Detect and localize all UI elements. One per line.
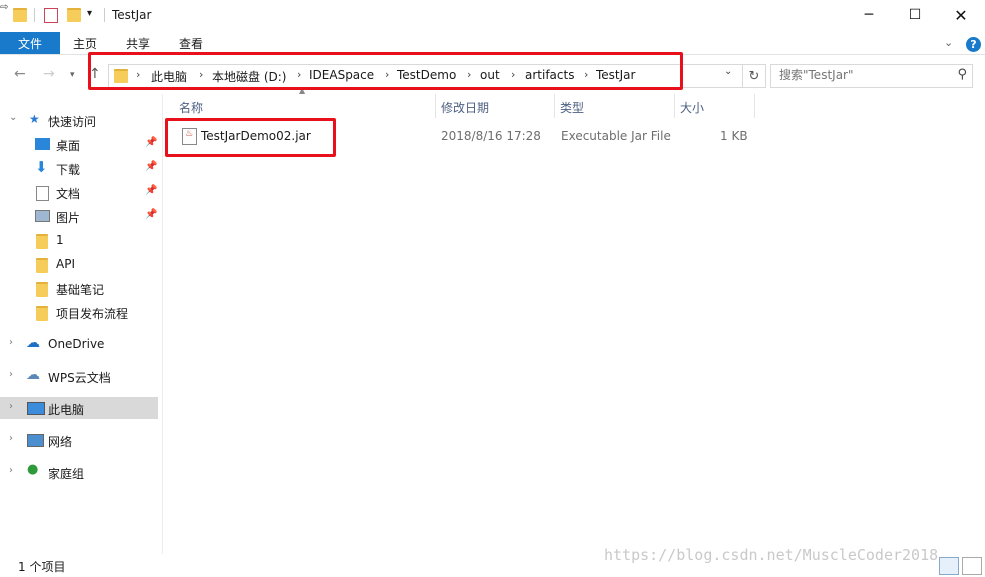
sidebar-item-api[interactable]: API (0, 253, 158, 275)
sidebar-item-label: WPS云文档 (48, 371, 111, 385)
address-highlight-box (88, 52, 683, 90)
column-header-modified[interactable]: 修改日期 (441, 99, 489, 116)
sidebar-item-label: 桌面 (56, 139, 81, 153)
column-divider[interactable] (754, 94, 755, 118)
sidebar-item-label: 文档 (56, 187, 81, 201)
sidebar-item-pictures[interactable]: 图片 📌 (0, 205, 158, 227)
title-bar: ⇨ ▾ TestJar ─ ☐ ✕ (0, 0, 985, 32)
sidebar-item-notes[interactable]: 基础笔记 (0, 277, 158, 299)
collapse-ribbon-icon[interactable]: ⌄ (944, 36, 953, 49)
file-size: 1 KB (720, 129, 748, 143)
folder-icon (36, 306, 48, 321)
expand-icon[interactable]: › (9, 369, 13, 380)
sidebar-item-label: 网络 (48, 435, 73, 449)
folder-icon (36, 234, 48, 249)
column-header-type[interactable]: 类型 (560, 99, 584, 116)
column-header-size[interactable]: 大小 (680, 99, 704, 116)
sidebar-item-quick-access[interactable]: ⌄ ★ 快速访问 (0, 109, 158, 131)
pin-icon[interactable]: 📌 (145, 137, 157, 148)
back-arrow-icon[interactable]: ← (14, 66, 26, 82)
sidebar-item-desktop[interactable]: 桌面 📌 (0, 133, 158, 155)
column-divider[interactable] (435, 94, 436, 118)
status-text: 1 个项目 (18, 560, 66, 574)
sidebar-item-label: 下载 (56, 163, 81, 177)
minimize-button[interactable]: ─ (846, 0, 892, 30)
sidebar-item-downloads[interactable]: ⬇ 下载 📌 (0, 157, 158, 179)
address-dropdown-icon[interactable]: ⌄ (724, 66, 732, 77)
desktop-icon (35, 138, 50, 150)
sidebar-item-documents[interactable]: 文档 📌 (0, 181, 158, 203)
details-view-button[interactable] (939, 557, 959, 575)
expand-icon[interactable]: › (9, 337, 13, 348)
sidebar-item-wps-cloud[interactable]: › ☁ WPS云文档 (0, 365, 158, 387)
help-icon[interactable]: ? (966, 37, 981, 52)
column-divider[interactable] (554, 94, 555, 118)
file-type: Executable Jar File (561, 129, 671, 143)
homegroup-icon: ● (27, 462, 39, 477)
computer-icon (27, 402, 45, 415)
file-modified: 2018/8/16 17:28 (441, 129, 541, 143)
sidebar-item-homegroup[interactable]: › ● 家庭组 (0, 461, 158, 483)
cloud-icon: ☁ (26, 367, 40, 383)
pin-icon[interactable]: 📌 (145, 185, 157, 196)
properties-icon[interactable] (44, 8, 58, 23)
star-icon: ★ (29, 112, 40, 126)
column-divider[interactable] (674, 94, 675, 118)
column-header-name[interactable]: 名称 (179, 99, 203, 116)
sidebar-item-label: 1 (56, 233, 64, 247)
customize-quick-access-icon[interactable]: ▾ (87, 8, 92, 19)
recent-locations-icon[interactable]: ▾ (70, 70, 75, 80)
pin-icon[interactable]: 📌 (145, 161, 157, 172)
sidebar-item-label: 项目发布流程 (56, 307, 129, 321)
cloud-icon: ☁ (26, 335, 40, 351)
sidebar-item-label: 快速访问 (48, 115, 97, 129)
sidebar-item-label: 家庭组 (48, 467, 85, 481)
search-icon[interactable]: ⚲ (957, 67, 967, 82)
sidebar-item-this-pc[interactable]: › 此电脑 (0, 397, 158, 419)
watermark: https://blog.csdn.net/MuscleCoder2018 (604, 546, 939, 564)
picture-icon (35, 210, 50, 222)
refresh-button[interactable]: ↻ (742, 64, 766, 88)
network-icon (27, 434, 44, 447)
folder-icon (36, 282, 48, 297)
app-arrow-icon: ⇨ (0, 2, 9, 13)
navigation-pane: ⌄ ★ 快速访问 桌面 📌 ⬇ 下载 📌 文档 📌 图片 📌 1 API 基础笔… (0, 94, 163, 554)
document-icon (36, 186, 49, 201)
ribbon-tabs: 文件 主页 共享 查看 (0, 32, 985, 54)
sidebar-item-onedrive[interactable]: › ☁ OneDrive (0, 333, 158, 355)
pin-icon[interactable]: 📌 (145, 209, 157, 220)
sidebar-item-label: API (56, 257, 75, 271)
sidebar-item-release-process[interactable]: 项目发布流程 (0, 301, 158, 323)
maximize-button[interactable]: ☐ (892, 0, 938, 30)
download-icon: ⬇ (35, 158, 48, 176)
expand-icon[interactable]: › (9, 465, 13, 476)
tab-file[interactable]: 文件 (0, 32, 60, 54)
sidebar-item-label: 图片 (56, 211, 81, 225)
sidebar-item-label: OneDrive (48, 337, 105, 351)
sidebar-item-label: 此电脑 (48, 403, 85, 417)
sidebar-item-folder-1[interactable]: 1 (0, 229, 158, 251)
column-header-row: 名称 修改日期 类型 大小 (163, 94, 763, 118)
expand-icon[interactable]: › (9, 433, 13, 444)
forward-arrow-icon[interactable]: → (43, 66, 55, 82)
window-title: TestJar (112, 8, 152, 22)
file-highlight-box (165, 118, 336, 157)
expand-icon[interactable]: ⌄ (9, 112, 17, 123)
close-button[interactable]: ✕ (938, 0, 984, 30)
expand-icon[interactable]: › (9, 401, 13, 412)
search-input[interactable] (779, 68, 949, 82)
search-box[interactable]: ⚲ (770, 64, 973, 88)
folder-icon (36, 258, 48, 273)
sidebar-item-network[interactable]: › 网络 (0, 429, 158, 451)
new-folder-icon[interactable] (67, 8, 81, 22)
sidebar-item-label: 基础笔记 (56, 283, 105, 297)
large-icons-view-button[interactable] (962, 557, 982, 575)
folder-icon (13, 8, 27, 22)
divider (104, 8, 105, 22)
refresh-icon: ↻ (748, 68, 760, 84)
tab-share[interactable]: 共享 (126, 35, 150, 52)
divider (34, 8, 35, 22)
tab-home[interactable]: 主页 (73, 35, 97, 52)
tab-view[interactable]: 查看 (179, 35, 203, 52)
